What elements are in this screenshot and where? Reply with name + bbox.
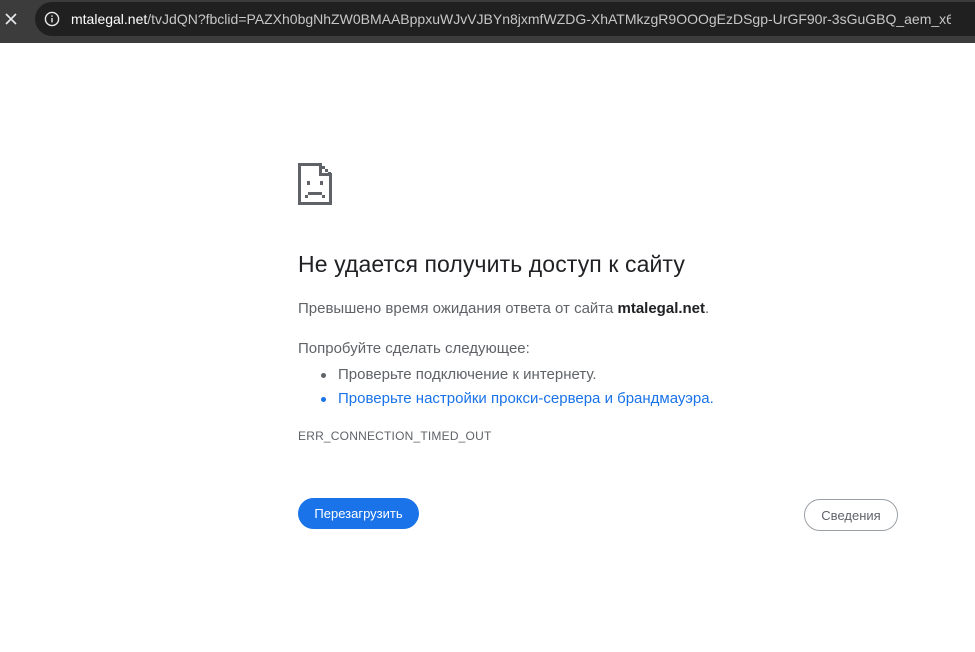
error-heading: Не удается получить доступ к сайту — [298, 251, 685, 277]
url-text[interactable]: mtalegal.net/tvJdQN?fbclid=PAZXh0bgNhZW0… — [71, 2, 951, 36]
error-description: Превышено время ожидания ответа от сайта… — [298, 300, 709, 317]
check-proxy-link[interactable]: Проверьте настройки прокси-сервера и бра… — [338, 390, 714, 407]
error-code: ERR_CONNECTION_TIMED_OUT — [298, 429, 492, 443]
description-suffix: . — [705, 300, 710, 317]
details-button[interactable]: Сведения — [804, 499, 898, 531]
suggestion-check-proxy: Проверьте настройки прокси-сервера и бра… — [298, 387, 714, 411]
reload-button[interactable]: Перезагрузить — [298, 498, 419, 529]
info-icon — [44, 11, 60, 27]
suggestions-list: Проверьте подключение к интернету. Прове… — [298, 363, 714, 411]
suggestion-check-connection: Проверьте подключение к интернету. — [298, 363, 714, 387]
address-bar[interactable]: mtalegal.net/tvJdQN?fbclid=PAZXh0bgNhZW0… — [35, 2, 975, 36]
url-path: /tvJdQN?fbclid=PAZXh0bgNhZW0BMAABppxuWJv… — [147, 11, 951, 27]
close-icon — [5, 13, 17, 25]
site-info-button[interactable] — [43, 10, 61, 28]
description-prefix: Превышено время ожидания ответа от сайта — [298, 300, 618, 317]
description-host: mtalegal.net — [617, 300, 706, 317]
suggestions-label: Попробуйте сделать следующее: — [298, 340, 530, 357]
stop-loading-button[interactable] — [0, 6, 22, 32]
browser-toolbar: mtalegal.net/tvJdQN?fbclid=PAZXh0bgNhZW0… — [0, 0, 975, 43]
sad-page-icon — [298, 163, 332, 205]
url-host: mtalegal.net — [71, 11, 148, 27]
